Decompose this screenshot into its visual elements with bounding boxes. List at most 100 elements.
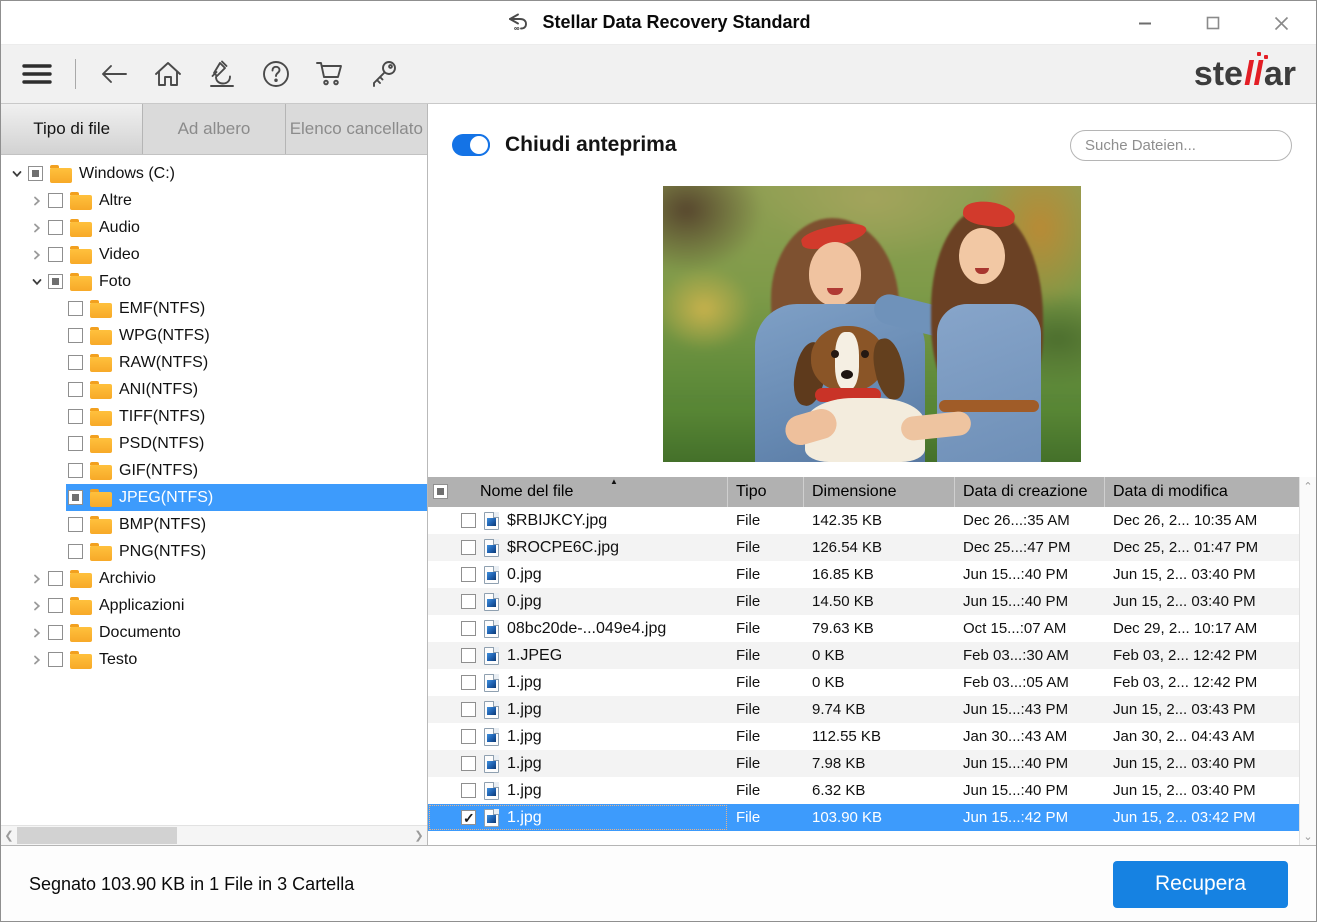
chevron-right-icon[interactable] [27, 628, 46, 638]
tree-item-body[interactable]: ANI(NTFS) [66, 376, 427, 403]
tree-item-emf-ntfs-[interactable]: EMF(NTFS) [1, 295, 427, 322]
tree-item-wpg-ntfs-[interactable]: WPG(NTFS) [1, 322, 427, 349]
tree-item-raw-ntfs-[interactable]: RAW(NTFS) [1, 349, 427, 376]
cell-file-name[interactable]: 1.jpg [428, 777, 728, 804]
tree-item-windows-c-[interactable]: Windows (C:) [1, 160, 427, 187]
table-row[interactable]: 0.jpgFile14.50 KBJun 15...:40 PMJun 15, … [428, 588, 1299, 615]
row-checkbox[interactable] [461, 783, 476, 798]
tree-checkbox[interactable] [48, 571, 63, 586]
scroll-right-icon[interactable]: ❯ [411, 826, 427, 845]
tree-item-body[interactable]: Archivio [46, 565, 427, 592]
minimize-button[interactable] [1128, 8, 1162, 38]
row-checkbox[interactable] [461, 540, 476, 555]
tree-checkbox[interactable] [48, 625, 63, 640]
tree-item-body[interactable]: PNG(NTFS) [66, 538, 427, 565]
chevron-right-icon[interactable] [27, 196, 46, 206]
tree-item-jpeg-ntfs-[interactable]: JPEG(NTFS) [1, 484, 427, 511]
row-checkbox[interactable] [461, 621, 476, 636]
select-all-checkbox[interactable] [433, 484, 448, 499]
search-input[interactable] [1085, 137, 1284, 154]
tree-item-gif-ntfs-[interactable]: GIF(NTFS) [1, 457, 427, 484]
tree-item-bmp-ntfs-[interactable]: BMP(NTFS) [1, 511, 427, 538]
cell-file-name[interactable]: 1.jpg [428, 804, 728, 831]
table-row[interactable]: 1.jpgFile9.74 KBJun 15...:43 PMJun 15, 2… [428, 696, 1299, 723]
back-arrow-icon[interactable] [98, 58, 130, 90]
tree-item-tiff-ntfs-[interactable]: TIFF(NTFS) [1, 403, 427, 430]
table-row[interactable]: 1.jpgFile103.90 KBJun 15...:42 PMJun 15,… [428, 804, 1299, 831]
tab-ad-albero[interactable]: Ad albero [143, 104, 285, 154]
tree-item-body[interactable]: GIF(NTFS) [66, 457, 427, 484]
tree-item-video[interactable]: Video [1, 241, 427, 268]
tree-item-body[interactable]: WPG(NTFS) [66, 322, 427, 349]
table-row[interactable]: 08bc20de-...049e4.jpgFile79.63 KBOct 15.… [428, 615, 1299, 642]
scroll-track[interactable] [17, 826, 411, 845]
tree-checkbox[interactable] [68, 301, 83, 316]
column-header-name[interactable]: Nome del file ▲ [428, 477, 728, 507]
chevron-right-icon[interactable] [27, 574, 46, 584]
tree-checkbox[interactable] [68, 409, 83, 424]
tree-item-psd-ntfs-[interactable]: PSD(NTFS) [1, 430, 427, 457]
tree-checkbox[interactable] [68, 544, 83, 559]
cell-file-name[interactable]: 1.jpg [428, 669, 728, 696]
tree-item-foto[interactable]: Foto [1, 268, 427, 295]
chevron-right-icon[interactable] [27, 250, 46, 260]
tree-item-body[interactable]: Documento [46, 619, 427, 646]
tree-checkbox[interactable] [68, 382, 83, 397]
scroll-up-icon[interactable]: ⌃ [1303, 479, 1312, 493]
tree-item-body[interactable]: Video [46, 241, 427, 268]
tab-elenco-cancellato[interactable]: Elenco cancellato [286, 104, 427, 154]
cell-file-name[interactable]: 0.jpg [428, 588, 728, 615]
tree-checkbox[interactable] [68, 355, 83, 370]
table-row[interactable]: 0.jpgFile16.85 KBJun 15...:40 PMJun 15, … [428, 561, 1299, 588]
column-header-modified[interactable]: Data di modifica [1105, 477, 1299, 507]
cell-file-name[interactable]: 0.jpg [428, 561, 728, 588]
tree-item-body[interactable]: RAW(NTFS) [66, 349, 427, 376]
tree-item-applicazioni[interactable]: Applicazioni [1, 592, 427, 619]
tree-checkbox[interactable] [48, 274, 63, 289]
table-row[interactable]: 1.jpgFile112.55 KBJan 30...:43 AMJan 30,… [428, 723, 1299, 750]
search-box[interactable] [1070, 130, 1292, 161]
tree-item-body[interactable]: PSD(NTFS) [66, 430, 427, 457]
tab-tipo-di-file[interactable]: Tipo di file [1, 104, 143, 154]
row-checkbox[interactable] [461, 567, 476, 582]
scroll-left-icon[interactable]: ❮ [1, 826, 17, 845]
tree-item-body[interactable]: Foto [46, 268, 427, 295]
table-row[interactable]: $RBIJKCY.jpgFile142.35 KBDec 26...:35 AM… [428, 507, 1299, 534]
column-header-type[interactable]: Tipo [728, 477, 804, 507]
chevron-right-icon[interactable] [27, 601, 46, 611]
cell-file-name[interactable]: 08bc20de-...049e4.jpg [428, 615, 728, 642]
row-checkbox[interactable] [461, 756, 476, 771]
close-button[interactable] [1264, 8, 1298, 38]
tree-item-body[interactable]: Windows (C:) [26, 160, 427, 187]
scroll-thumb[interactable] [17, 827, 177, 844]
menu-icon[interactable] [21, 58, 53, 90]
tree-item-archivio[interactable]: Archivio [1, 565, 427, 592]
tree-checkbox[interactable] [28, 166, 43, 181]
tree-item-png-ntfs-[interactable]: PNG(NTFS) [1, 538, 427, 565]
table-row[interactable]: 1.jpgFile0 KBFeb 03...:05 AMFeb 03, 2...… [428, 669, 1299, 696]
chevron-down-icon[interactable] [7, 169, 26, 179]
tree-checkbox[interactable] [68, 436, 83, 451]
tree-item-body[interactable]: Applicazioni [46, 592, 427, 619]
column-header-created[interactable]: Data di creazione [955, 477, 1105, 507]
tree-item-body[interactable]: Testo [46, 646, 427, 673]
scroll-down-icon[interactable]: ⌄ [1303, 829, 1312, 843]
tree-item-documento[interactable]: Documento [1, 619, 427, 646]
recover-button[interactable]: Recupera [1113, 861, 1288, 908]
cell-file-name[interactable]: 1.jpg [428, 750, 728, 777]
row-checkbox[interactable] [461, 648, 476, 663]
cell-file-name[interactable]: 1.JPEG [428, 642, 728, 669]
tree-checkbox[interactable] [68, 517, 83, 532]
cell-file-name[interactable]: $ROCPE6C.jpg [428, 534, 728, 561]
maximize-button[interactable] [1196, 8, 1230, 38]
cell-file-name[interactable]: $RBIJKCY.jpg [428, 507, 728, 534]
tree-item-body[interactable]: TIFF(NTFS) [66, 403, 427, 430]
tree-checkbox[interactable] [48, 652, 63, 667]
tree-checkbox[interactable] [48, 220, 63, 235]
preview-toggle[interactable] [452, 134, 490, 156]
tree-item-ani-ntfs-[interactable]: ANI(NTFS) [1, 376, 427, 403]
row-checkbox[interactable] [461, 513, 476, 528]
tree-item-audio[interactable]: Audio [1, 214, 427, 241]
tree-checkbox[interactable] [48, 247, 63, 262]
row-checkbox[interactable] [461, 810, 476, 825]
